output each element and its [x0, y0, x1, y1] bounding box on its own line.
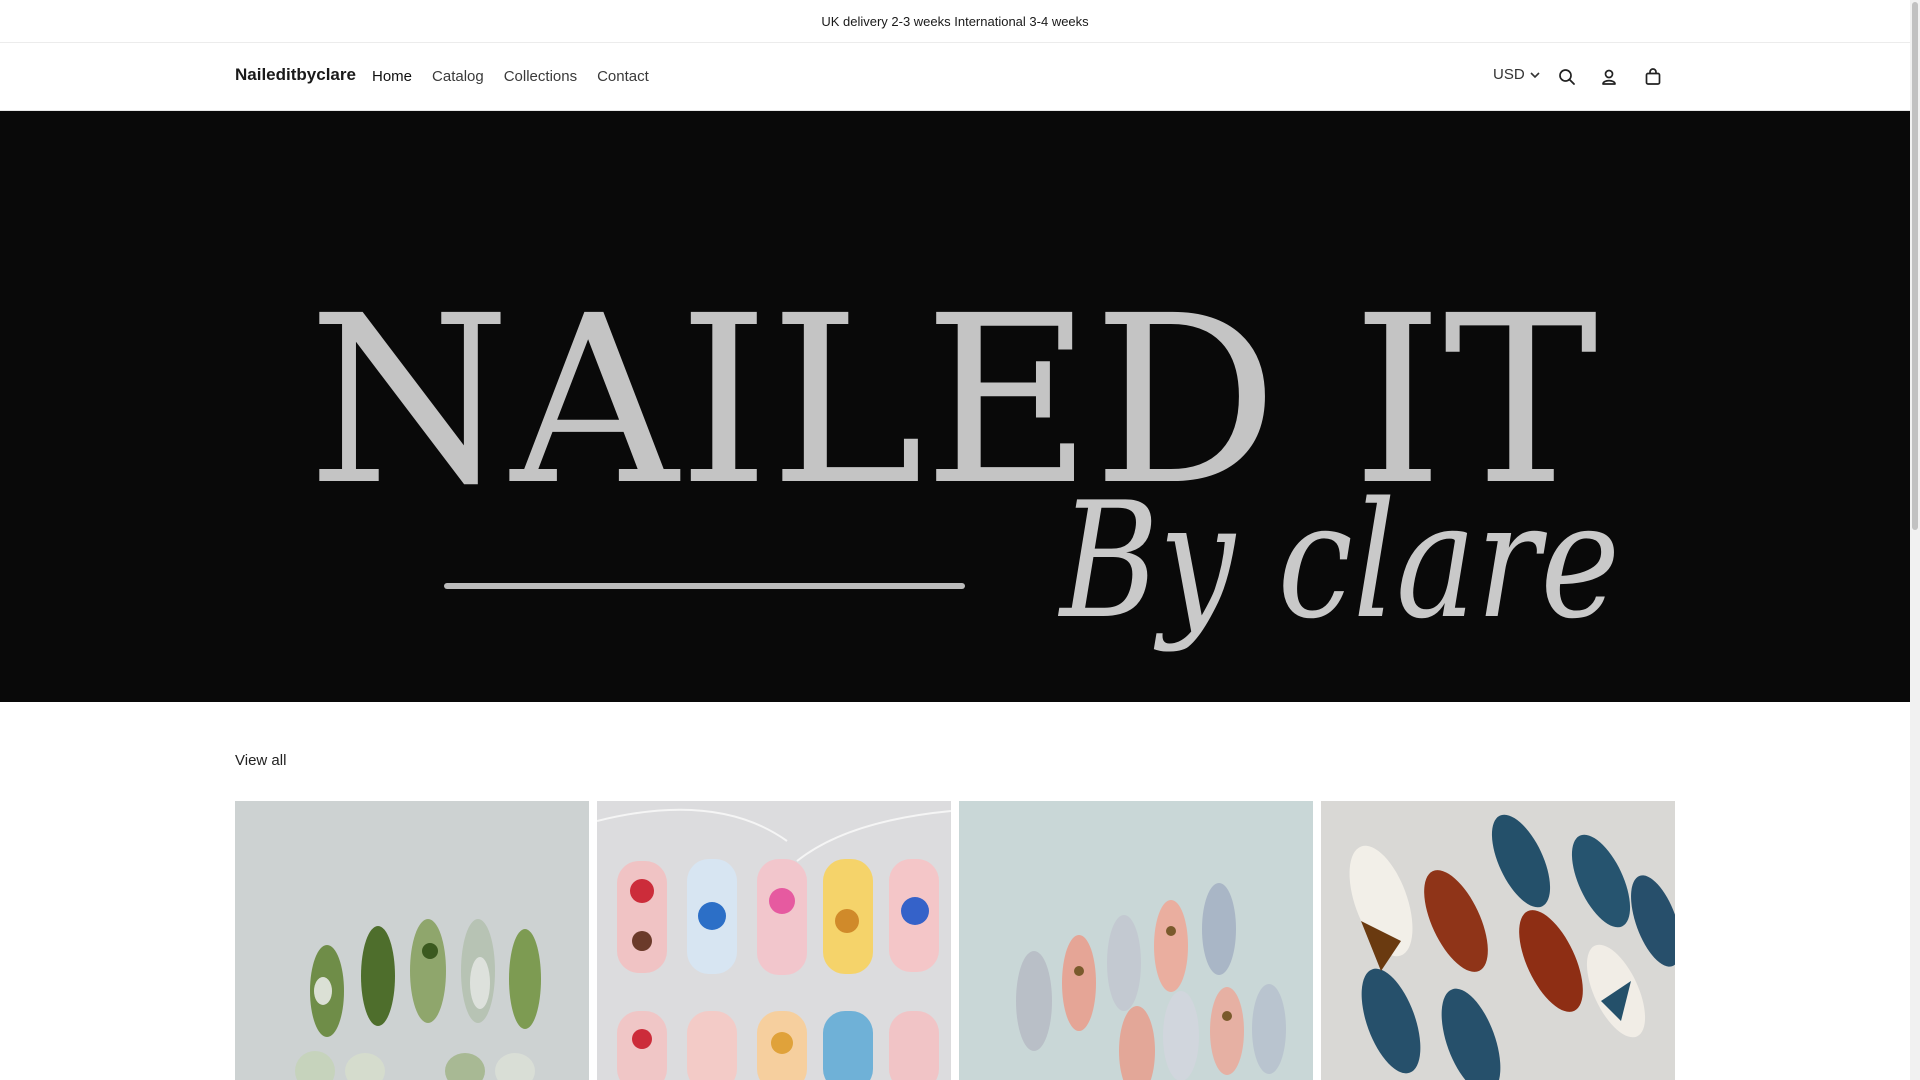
- announcement-bar: UK delivery 2-3 weeks International 3-4 …: [0, 0, 1910, 43]
- currency-selector[interactable]: USD: [1493, 66, 1541, 83]
- scrollbar-thumb[interactable]: [1912, 2, 1918, 530]
- product-image-floral-nails: [597, 801, 951, 1080]
- product-card-4[interactable]: [1321, 801, 1675, 1080]
- product-image-pink-chrome-nails: [959, 801, 1313, 1080]
- cart-icon[interactable]: [1643, 67, 1663, 87]
- nav-contact[interactable]: Contact: [597, 68, 649, 85]
- product-grid: [235, 801, 1675, 1080]
- product-image-green-nails: [235, 801, 589, 1080]
- product-image-tortoise-nails: [1321, 801, 1675, 1080]
- search-icon[interactable]: [1557, 67, 1577, 87]
- hero-logo-artwork: NAILED IT By clare: [0, 111, 1910, 702]
- site-header: Naileditbyclare Home Catalog Collections…: [0, 43, 1910, 111]
- hero-banner: NAILED IT By clare: [0, 111, 1910, 702]
- currency-label: USD: [1493, 66, 1525, 83]
- product-card-1[interactable]: [235, 801, 589, 1080]
- page-scrollbar[interactable]: [1910, 0, 1920, 1080]
- announcement-text: UK delivery 2-3 weeks International 3-4 …: [821, 13, 1089, 29]
- product-card-2[interactable]: [597, 801, 951, 1080]
- view-all-link[interactable]: View all: [235, 752, 286, 769]
- hero-logo-line2: By clare: [1057, 467, 1620, 654]
- account-icon[interactable]: [1599, 67, 1619, 87]
- brand-logo-link[interactable]: Naileditbyclare: [235, 65, 356, 85]
- nav-home[interactable]: Home: [372, 68, 412, 85]
- product-card-3[interactable]: [959, 801, 1313, 1080]
- nav-collections[interactable]: Collections: [504, 68, 577, 85]
- main-nav: Home Catalog Collections Contact: [372, 68, 669, 85]
- nav-catalog[interactable]: Catalog: [432, 68, 484, 85]
- chevron-down-icon: [1530, 71, 1540, 78]
